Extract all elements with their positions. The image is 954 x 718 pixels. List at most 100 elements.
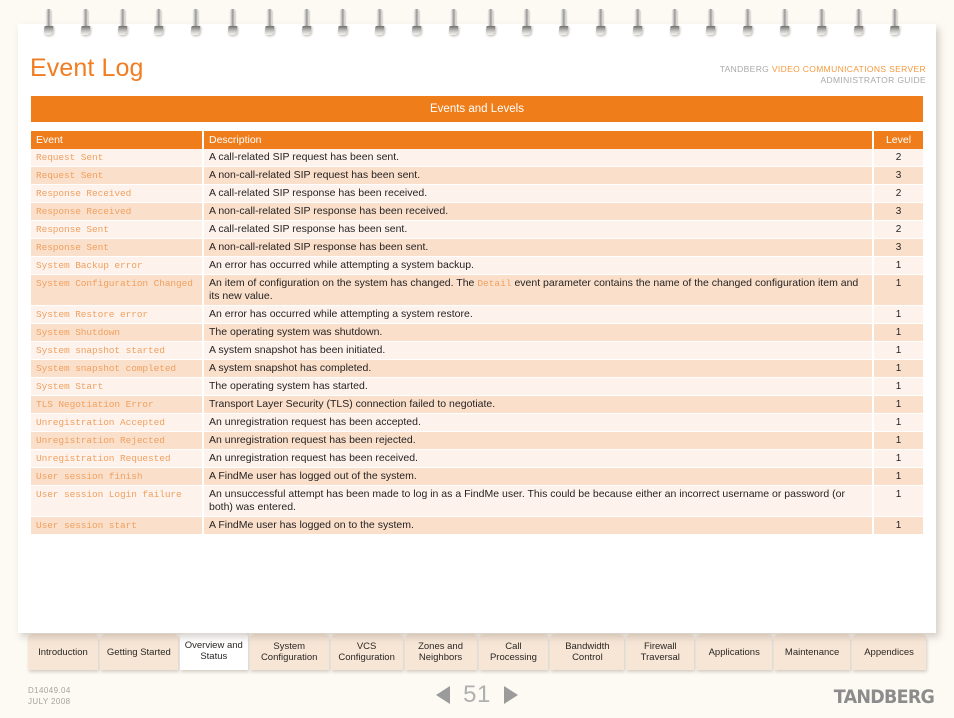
cell-event: Unregistration Requested [31,449,204,468]
chapter-tab-zones-and-neighbors[interactable]: Zones and Neighbors [404,634,477,670]
table-row: System Configuration Changed An item of c… [31,274,923,306]
cell-event: Unregistration Accepted [31,413,204,432]
chapter-tab-label: Applications [708,646,760,658]
table-row: System Shutdown The operating system was … [31,323,923,342]
previous-page-arrow-icon[interactable] [436,686,451,704]
cell-description: An error has occurred while attempting a… [203,305,874,324]
cell-event: User session start [31,516,204,535]
table-row: System Start The operating system has sta… [31,377,923,396]
cell-description: A non-call-related SIP request has been … [203,166,874,185]
chapter-tab-applications[interactable]: Applications [696,634,773,670]
cell-description: The operating system was shutdown. [203,323,874,342]
cell-description: A non-call-related SIP response has been… [203,202,874,221]
page-navigation: 51 [0,681,954,709]
table-row: User session finish A FindMe user has log… [31,467,923,486]
section-banner-label: Events and Levels [430,103,524,115]
cell-description: A non-call-related SIP response has been… [203,238,874,257]
chapter-tab-label: Getting Started [106,646,171,658]
column-header-event: Event [31,131,204,149]
guide-identifier: TANDBERG VIDEO COMMUNICATIONS SERVER ADM… [720,64,926,86]
tandberg-logo: TANDBERG [833,686,935,708]
cell-level: 1 [873,395,923,414]
column-header-description: Description [203,131,874,149]
cell-level: 1 [873,431,923,450]
table-row: Request Sent A non-call-related SIP reque… [31,166,923,185]
cell-level: 1 [873,256,923,275]
cell-level: 1 [873,323,923,342]
cell-description: The operating system has started. [203,377,874,396]
table-row: User session Login failure An unsuccessfu… [31,485,923,517]
chapter-tab-maintenance[interactable]: Maintenance [774,634,851,670]
cell-event: Response Sent [31,220,204,239]
chapter-tab-label: Overview and Status [184,640,243,662]
cell-event: System Shutdown [31,323,204,342]
description-text-pre: An item of configuration on the system h… [209,277,478,289]
cell-level: 1 [873,449,923,468]
guide-product-line: TANDBERG VIDEO COMMUNICATIONS SERVER [720,64,926,75]
cell-event: System Backup error [31,256,204,275]
page-title: Event Log [30,54,144,82]
chapter-tab-getting-started[interactable]: Getting Started [99,634,178,670]
cell-level: 1 [873,467,923,486]
cell-event: Request Sent [31,149,204,167]
cell-description: An unregistration request has been recei… [203,449,874,468]
table-row: System snapshot completed A system snapsh… [31,359,923,378]
chapter-tab-label: Appendices [864,646,914,658]
cell-level: 1 [873,305,923,324]
table-row: User session start A FindMe user has logg… [31,516,923,535]
chapter-tab-system-configuration[interactable]: System Configuration [249,634,329,670]
events-and-levels-table: Event Description Level Request Sent A ca… [31,131,923,535]
cell-event: System Restore error [31,305,204,324]
cell-description: An unregistration request has been rejec… [203,431,874,450]
table-row: Unregistration Requested An unregistratio… [31,449,923,468]
cell-description: A call-related SIP response has been rec… [203,184,874,203]
cell-level: 3 [873,166,923,185]
cell-level: 1 [873,377,923,396]
cell-level: 1 [873,274,923,306]
chapter-tab-appendices[interactable]: Appendices [852,634,926,670]
cell-event: Response Received [31,202,204,221]
page-number: 51 [463,681,491,708]
cell-description: A call-related SIP request has been sent… [203,149,874,167]
chapter-tab-bandwidth-control[interactable]: Bandwidth Control [550,634,625,670]
cell-event: Response Sent [31,238,204,257]
description-inline-code: Detail [477,278,512,289]
chapter-tab-overview-and-status[interactable]: Overview and Status [179,632,248,670]
table-row: System Restore error An error has occurre… [31,305,923,324]
table-header: Event Description Level [31,131,923,149]
table-row: Unregistration Accepted An unregistration… [31,413,923,432]
chapter-tab-label: Zones and Neighbors [418,641,463,663]
chapter-tab-label: Introduction [38,646,88,658]
cell-description: A FindMe user has logged on to the syste… [203,516,874,535]
chapter-tab-label: System Configuration [260,641,318,663]
table-row: TLS Negotiation Error Transport Layer Sec… [31,395,923,414]
cell-event: User session finish [31,467,204,486]
chapter-tab-firewall-traversal[interactable]: Firewall Traversal [626,634,695,670]
cell-level: 3 [873,238,923,257]
cell-level: 2 [873,220,923,239]
table-row: System Backup error An error has occurred… [31,256,923,275]
cell-level: 1 [873,516,923,535]
table-row: Response Sent A call-related SIP response… [31,220,923,239]
table-row: Unregistration Rejected An unregistration… [31,431,923,450]
guide-brand: TANDBERG [719,64,770,74]
chapter-tab-vcs-configuration[interactable]: VCS Configuration [330,634,403,670]
chapter-tab-label: Firewall Traversal [640,641,680,663]
cell-level: 2 [873,184,923,203]
cell-event: System Configuration Changed [31,274,204,306]
chapter-tab-call-processing[interactable]: Call Processing [478,634,549,670]
chapter-tab-bar: Introduction Getting Started Overview and … [28,632,928,672]
chapter-tab-introduction[interactable]: Introduction [28,634,98,670]
cell-description: A FindMe user has logged out of the syst… [203,467,874,486]
table-row: Response Received A call-related SIP resp… [31,184,923,203]
cell-event: User session Login failure [31,485,204,517]
cell-event: System Start [31,377,204,396]
next-page-arrow-icon[interactable] [503,686,518,704]
table-body: Request Sent A call-related SIP request h… [31,149,923,535]
cell-event: Unregistration Rejected [31,431,204,450]
chapter-tab-label: Call Processing [489,641,537,663]
table-row: System snapshot started A system snapshot… [31,341,923,360]
cell-event: Request Sent [31,166,204,185]
cell-level: 3 [873,202,923,221]
table-row: Request Sent A call-related SIP request h… [31,149,923,167]
